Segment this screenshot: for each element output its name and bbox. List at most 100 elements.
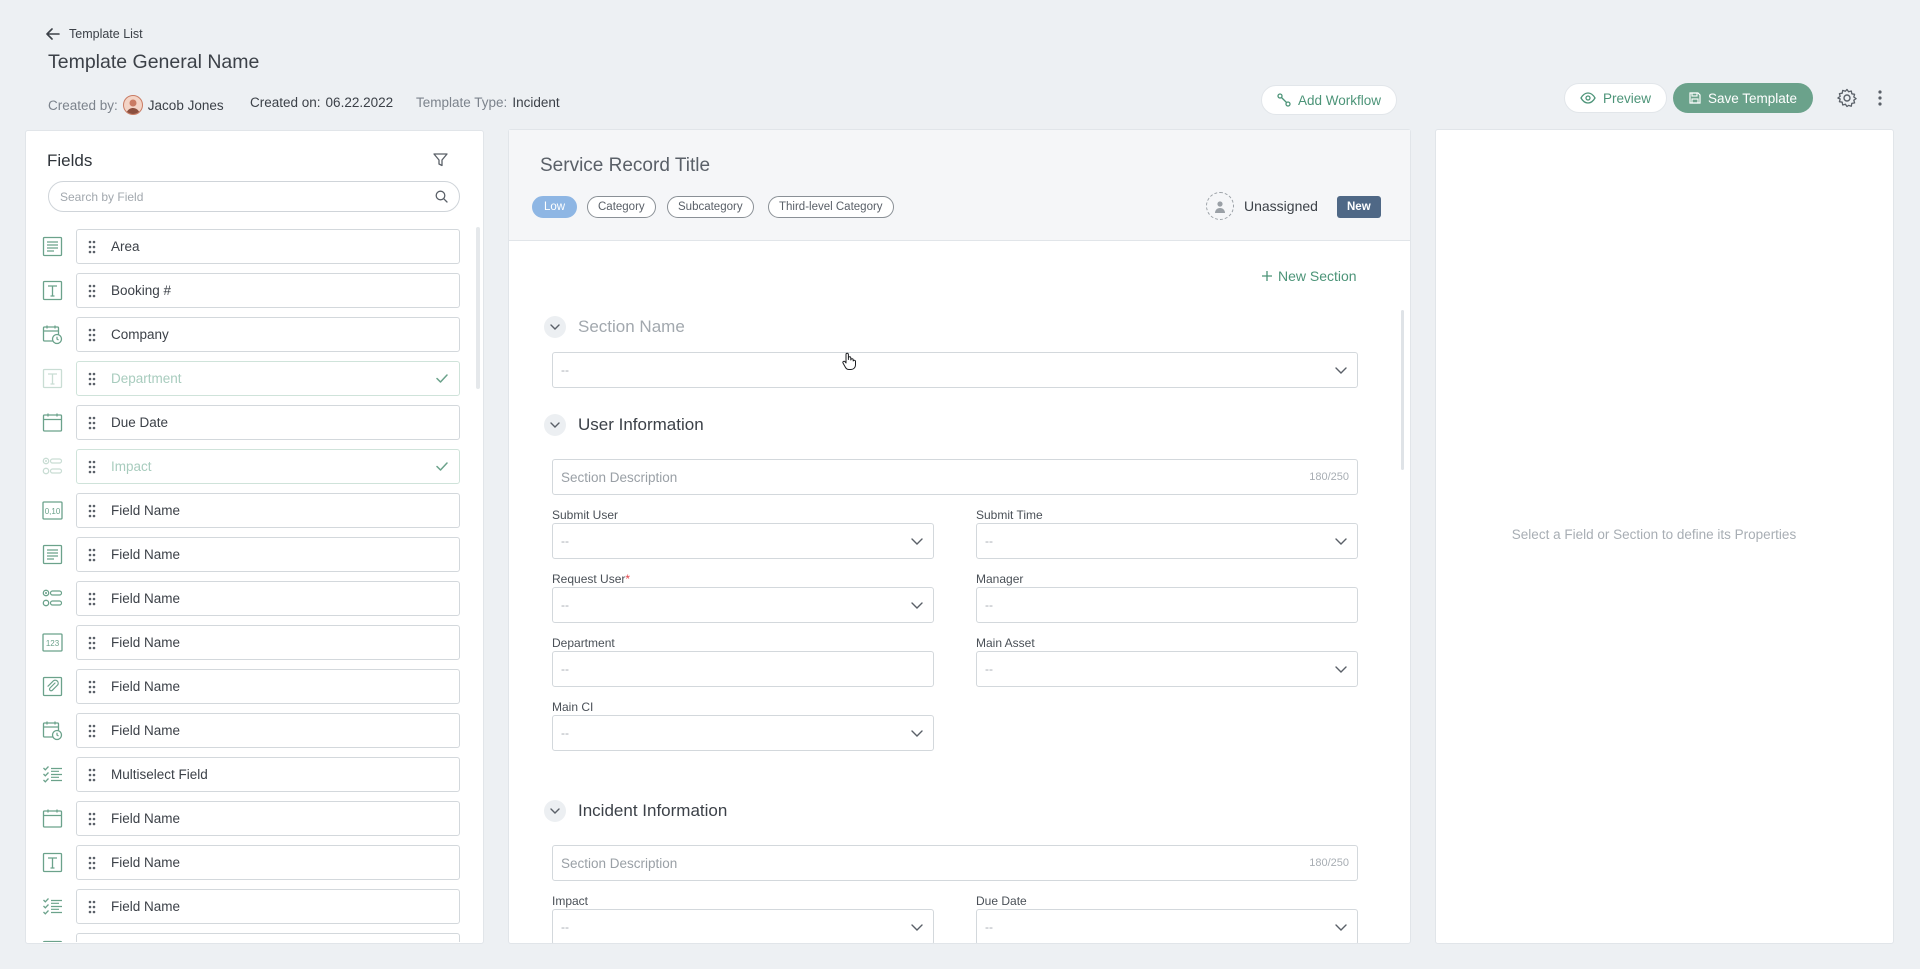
manager-input[interactable]: --: [976, 587, 1358, 623]
drag-handle-icon[interactable]: [87, 548, 97, 562]
priority-chip[interactable]: Low: [532, 196, 578, 218]
datetime-icon: [42, 324, 63, 345]
more-options-icon[interactable]: [1874, 87, 1886, 109]
field-item-box[interactable]: Impact: [76, 449, 460, 484]
field-item[interactable]: Department: [42, 361, 460, 396]
drag-handle-icon[interactable]: [87, 416, 97, 430]
drag-handle-icon[interactable]: [87, 900, 97, 914]
section-name-select[interactable]: --: [552, 352, 1358, 388]
field-item-box[interactable]: Field Name: [76, 625, 460, 660]
field-item[interactable]: 0,10 Field Name: [42, 493, 460, 528]
new-section-button[interactable]: New Section: [1262, 268, 1357, 284]
manager-label: Manager: [976, 572, 1024, 586]
user-information-header[interactable]: User Information: [544, 414, 704, 436]
char-counter: 180/250: [1309, 857, 1349, 869]
field-item-box[interactable]: Company: [76, 317, 460, 352]
field-item[interactable]: Field Name: [42, 713, 460, 748]
drag-handle-icon[interactable]: [87, 284, 97, 298]
textarea-icon: [42, 940, 63, 942]
field-item-box[interactable]: Field Name: [76, 845, 460, 880]
section-description-input[interactable]: Section Description 180/250: [552, 459, 1358, 495]
add-workflow-button[interactable]: Add Workflow: [1261, 85, 1398, 115]
field-item[interactable]: Field Name: [42, 845, 460, 880]
field-item[interactable]: Field Name: [42, 669, 460, 704]
drag-handle-icon[interactable]: [87, 592, 97, 606]
workflow-icon: [1277, 93, 1291, 107]
field-item-box[interactable]: Due Date: [76, 405, 460, 440]
drag-handle-icon[interactable]: [87, 372, 97, 386]
impact-select[interactable]: --: [552, 909, 934, 943]
field-item-box[interactable]: Department: [76, 361, 460, 396]
field-item-box[interactable]: Field Name: [76, 493, 460, 528]
assignee-selector[interactable]: Unassigned: [1206, 192, 1318, 220]
chevron-down-icon[interactable]: [544, 800, 566, 822]
field-item[interactable]: 123 Field Name: [42, 625, 460, 660]
field-item-box[interactable]: [76, 933, 460, 942]
drag-handle-icon[interactable]: [87, 328, 97, 342]
field-item-label: Field Name: [111, 679, 181, 694]
field-item-label: Field Name: [111, 855, 181, 870]
field-item-box[interactable]: Field Name: [76, 713, 460, 748]
drag-handle-icon[interactable]: [87, 504, 97, 518]
drag-handle-icon[interactable]: [87, 240, 97, 254]
field-item-box[interactable]: Field Name: [76, 889, 460, 924]
chevron-down-icon[interactable]: [544, 316, 566, 338]
incident-information-header[interactable]: Incident Information: [544, 800, 727, 822]
impact-label: Impact: [552, 894, 589, 908]
incident-fields-clip: Impact -- Due Date --: [509, 880, 1410, 943]
field-item[interactable]: Company: [42, 317, 460, 352]
due-date-select[interactable]: --: [976, 909, 1358, 943]
drag-handle-icon[interactable]: [87, 812, 97, 826]
chevron-down-icon: [911, 537, 923, 545]
svg-text:123: 123: [46, 639, 60, 648]
field-item-label: Booking #: [111, 283, 172, 298]
drag-handle-icon[interactable]: [87, 680, 97, 694]
field-item[interactable]: Booking #: [42, 273, 460, 308]
user-icon: [1206, 192, 1234, 220]
field-item[interactable]: Field Name: [42, 801, 460, 836]
main-asset-select[interactable]: --: [976, 651, 1358, 687]
gear-icon[interactable]: [1836, 87, 1858, 109]
field-item-box[interactable]: Multiselect Field: [76, 757, 460, 792]
preview-button[interactable]: Preview: [1564, 83, 1668, 113]
field-item-box[interactable]: Area: [76, 229, 460, 264]
drag-handle-icon[interactable]: [87, 724, 97, 738]
subcategory-chip[interactable]: Subcategory: [667, 196, 754, 218]
field-item[interactable]: Multiselect Field: [42, 757, 460, 792]
drag-handle-icon[interactable]: [87, 460, 97, 474]
field-item-box[interactable]: Field Name: [76, 581, 460, 616]
field-item[interactable]: Due Date: [42, 405, 460, 440]
chevron-down-icon[interactable]: [544, 414, 566, 436]
field-item-label: Company: [111, 327, 169, 342]
third-level-category-chip[interactable]: Third-level Category: [768, 196, 894, 218]
field-item-box[interactable]: Booking #: [76, 273, 460, 308]
save-template-button[interactable]: Save Template: [1673, 83, 1814, 113]
status-badge: New: [1337, 196, 1381, 218]
section-name-header[interactable]: Section Name: [544, 316, 685, 338]
field-item[interactable]: Impact: [42, 449, 460, 484]
field-item[interactable]: Field Name: [42, 581, 460, 616]
field-item[interactable]: Field Name: [42, 537, 460, 572]
field-item-label: Due Date: [111, 415, 169, 430]
datetime-icon: [42, 720, 63, 741]
field-item-partial[interactable]: [42, 933, 460, 942]
field-item-label: Impact: [111, 459, 152, 474]
drag-handle-icon[interactable]: [87, 636, 97, 650]
department-input[interactable]: --: [552, 651, 934, 687]
field-item[interactable]: Area: [42, 229, 460, 264]
field-item-box[interactable]: Field Name: [76, 537, 460, 572]
template-type-value: Incident: [512, 95, 560, 110]
submit-time-select[interactable]: --: [976, 523, 1358, 559]
submit-user-select[interactable]: --: [552, 523, 934, 559]
main-ci-select[interactable]: --: [552, 715, 934, 751]
drag-handle-icon[interactable]: [87, 768, 97, 782]
drag-handle-icon[interactable]: [87, 856, 97, 870]
category-chip[interactable]: Category: [587, 196, 656, 218]
section-description-input[interactable]: Section Description 180/250: [552, 845, 1358, 881]
request-user-select[interactable]: --: [552, 587, 934, 623]
radio-list-icon: [42, 456, 63, 477]
field-item[interactable]: Field Name: [42, 889, 460, 924]
field-item-box[interactable]: Field Name: [76, 801, 460, 836]
field-item-box[interactable]: Field Name: [76, 669, 460, 704]
record-scrollbar[interactable]: [1401, 310, 1404, 470]
